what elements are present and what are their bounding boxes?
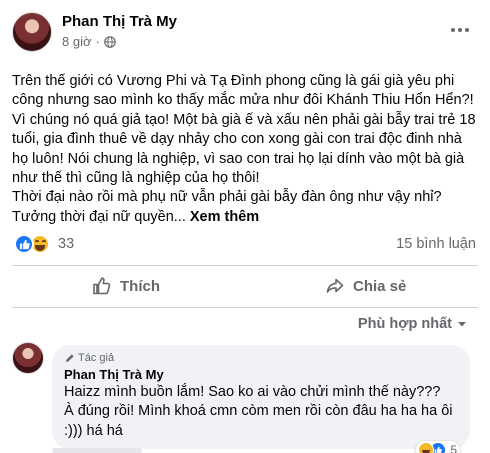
haha-eye xyxy=(42,240,46,242)
haha-mouth xyxy=(35,245,45,251)
separator-dot: · xyxy=(95,34,100,49)
post-time[interactable]: 8 giờ xyxy=(62,34,92,49)
like-button[interactable]: Thích xyxy=(92,273,160,299)
haha-eye xyxy=(35,240,39,242)
like-label: Thích xyxy=(120,277,160,295)
caret-down-icon xyxy=(458,322,466,327)
share-icon xyxy=(326,278,344,293)
reaction-summary[interactable]: 33 xyxy=(14,234,74,254)
more-options-button[interactable] xyxy=(446,20,474,40)
comment-count[interactable]: 15 bình luận xyxy=(396,236,476,252)
author-badge-label: Tác giả xyxy=(78,352,115,364)
post-meta: 8 giờ · xyxy=(62,34,116,49)
author-badge: Tác giả xyxy=(64,351,458,365)
share-label: Chia sẻ xyxy=(353,277,407,295)
more-dot-icon xyxy=(451,28,455,32)
comment-text: Haizz mình buồn lắm! Sao ko ai vào chửi … xyxy=(64,384,453,439)
author-avatar[interactable] xyxy=(12,12,52,52)
next-comment-placeholder xyxy=(52,448,142,453)
see-more-link[interactable]: Xem thêm xyxy=(190,209,259,225)
author-name[interactable]: Phan Thị Trà My xyxy=(62,13,177,30)
reaction-count: 33 xyxy=(58,236,75,252)
divider xyxy=(12,307,478,308)
like-reaction-icon xyxy=(14,234,34,254)
pen-icon xyxy=(65,353,74,362)
divider xyxy=(12,265,478,266)
commenter-name[interactable]: Phan Thị Trà My xyxy=(64,367,458,382)
commenter-avatar[interactable] xyxy=(12,342,44,374)
haha-reaction-icon xyxy=(418,442,435,453)
thumbs-up-icon xyxy=(93,277,111,295)
comment-reactions[interactable]: 5 xyxy=(416,441,460,453)
comment-sort-dropdown[interactable]: Phù hợp nhất xyxy=(358,316,468,332)
more-dot-icon xyxy=(458,28,462,32)
comment-reaction-count: 5 xyxy=(450,443,457,453)
post-paragraph: Trên thế giới có Vương Phi và Tạ Đình ph… xyxy=(12,73,476,187)
post-header: Phan Thị Trà My 8 giờ · xyxy=(12,12,478,62)
globe-icon[interactable] xyxy=(104,35,116,48)
comment-bubble: Tác giả Phan Thị Trà My Haizz mình buồn … xyxy=(52,345,470,453)
post-body: Trên thế giới có Vương Phi và Tạ Đình ph… xyxy=(12,72,478,227)
sort-label: Phù hợp nhất xyxy=(357,316,452,332)
share-button[interactable]: Chia sẻ xyxy=(325,273,406,299)
post-paragraph-2: Thời đại nào rồi mà phụ nữ vẫn phải gài … xyxy=(12,188,478,227)
more-dot-icon xyxy=(465,28,469,32)
